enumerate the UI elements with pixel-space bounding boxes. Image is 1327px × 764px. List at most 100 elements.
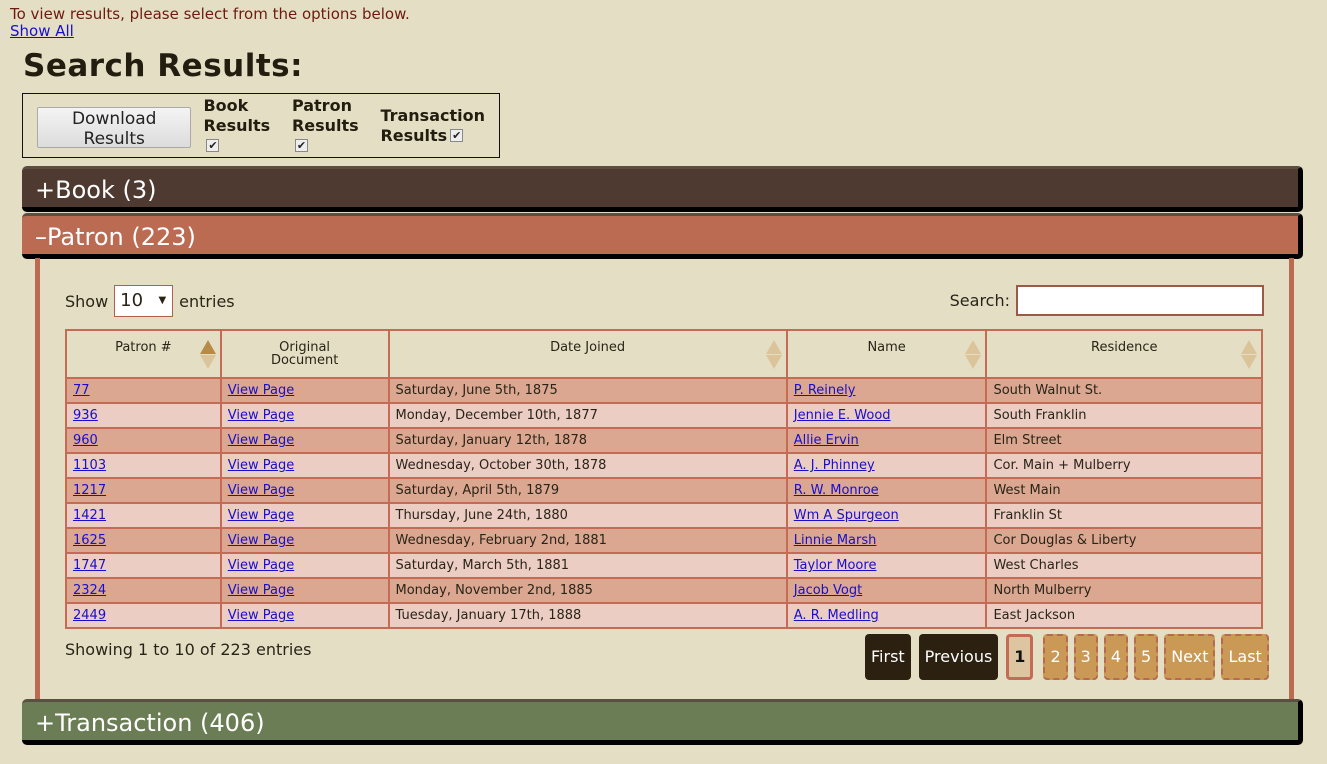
cell-patron: 77 (65, 377, 222, 404)
patron-number-link[interactable]: 1103 (73, 458, 106, 473)
view-page-link[interactable]: View Page (228, 558, 294, 573)
table-header-row: Patron # Original Document Date Joined N… (65, 329, 1263, 379)
patron-number-link[interactable]: 2449 (73, 608, 106, 623)
view-page-link[interactable]: View Page (228, 433, 294, 448)
column-header-document: Original Document (219, 329, 390, 379)
date-joined-cell: Wednesday, February 2nd, 1881 (387, 527, 788, 554)
page-button-4[interactable]: 4 (1103, 634, 1128, 680)
view-page-link[interactable]: View Page (228, 458, 294, 473)
patron-results-option: Patron Results ✔ (292, 96, 367, 156)
patron-name-link[interactable]: P. Reinely (794, 383, 856, 398)
patron-number-link[interactable]: 2324 (73, 583, 106, 598)
view-page-link[interactable]: View Page (228, 583, 294, 598)
cell-doc: View Page (219, 402, 390, 429)
view-page-link[interactable]: View Page (228, 408, 294, 423)
view-page-link[interactable]: View Page (228, 383, 294, 398)
column-header-patron[interactable]: Patron # (65, 329, 222, 379)
date-joined-cell: Saturday, January 12th, 1878 (387, 427, 788, 454)
patron-number-link[interactable]: 1625 (73, 533, 106, 548)
residence-cell: East Jackson (985, 602, 1263, 629)
cell-name: Wm A Spurgeon (785, 502, 988, 529)
date-joined-cell: Tuesday, January 17th, 1888 (387, 602, 788, 629)
column-header-name[interactable]: Name (785, 329, 988, 379)
table-row: 77 View Page Saturday, June 5th, 1875 P. Re… (65, 377, 1263, 404)
page-size-select[interactable]: 10 ▼ (114, 285, 174, 317)
patron-section-header[interactable]: –Patron (223) (22, 213, 1303, 259)
table-row: 2449 View Page Tuesday, January 17th, 1888… (65, 602, 1263, 629)
patron-name-link[interactable]: Linnie Marsh (794, 533, 877, 548)
last-page-button[interactable]: Last (1221, 634, 1269, 680)
patron-number-link[interactable]: 1217 (73, 483, 106, 498)
intro-message: To view results, please select from the … (10, 5, 410, 23)
cell-doc: View Page (219, 602, 390, 629)
first-page-button[interactable]: First (865, 634, 911, 680)
view-page-link[interactable]: View Page (228, 608, 294, 623)
cell-name: P. Reinely (785, 377, 988, 404)
column-label: Name (867, 340, 906, 355)
cell-doc: View Page (219, 502, 390, 529)
collapse-icon: – (35, 223, 47, 251)
transaction-results-label-1: Transaction (380, 105, 485, 125)
patron-name-link[interactable]: A. R. Medling (794, 608, 879, 623)
next-page-button[interactable]: Next (1164, 634, 1216, 680)
patron-number-link[interactable]: 77 (73, 383, 90, 398)
residence-cell: Franklin St (985, 502, 1263, 529)
table-info: Showing 1 to 10 of 223 entries (65, 640, 312, 659)
residence-cell: South Franklin (985, 402, 1263, 429)
date-joined-cell: Thursday, June 24th, 1880 (387, 502, 788, 529)
patron-number-link[interactable]: 960 (73, 433, 98, 448)
cell-doc: View Page (219, 577, 390, 604)
patron-name-link[interactable]: Allie Ervin (794, 433, 859, 448)
page-button-2[interactable]: 2 (1043, 634, 1068, 680)
patron-results-checkbox[interactable]: ✔ (294, 138, 308, 152)
page-button-3[interactable]: 3 (1073, 634, 1098, 680)
cell-name: Jennie E. Wood (785, 402, 988, 429)
search-input[interactable] (1016, 285, 1264, 316)
cell-name: R. W. Monroe (785, 477, 988, 504)
patron-name-link[interactable]: A. J. Phinney (794, 458, 875, 473)
page-button-current[interactable]: 1 (1006, 634, 1034, 680)
column-label: Date Joined (550, 340, 626, 355)
patron-section-label: Patron (223) (47, 223, 196, 251)
patron-table: Patron # Original Document Date Joined N… (65, 329, 1263, 629)
page-title: Search Results: (23, 48, 304, 84)
transaction-results-checkbox[interactable]: ✔ (450, 128, 464, 142)
book-results-label-1: Book (203, 95, 249, 115)
table-row: 936 View Page Monday, December 10th, 1877 J… (65, 402, 1263, 429)
view-page-link[interactable]: View Page (228, 483, 294, 498)
table-row: 2324 View Page Monday, November 2nd, 1885 J… (65, 577, 1263, 604)
show-all-link[interactable]: Show All (10, 23, 410, 40)
book-results-checkbox[interactable]: ✔ (206, 138, 220, 152)
previous-page-button[interactable]: Previous (918, 634, 999, 680)
result-options: Download Results Book Results✔ Patron Re… (22, 93, 500, 158)
patron-name-link[interactable]: Jacob Vogt (794, 583, 862, 598)
patron-number-link[interactable]: 1747 (73, 558, 106, 573)
view-page-link[interactable]: View Page (228, 508, 294, 523)
page-button-5[interactable]: 5 (1134, 634, 1159, 680)
patron-number-link[interactable]: 1421 (73, 508, 106, 523)
book-section-label: Book (3) (55, 176, 157, 204)
patron-results-label-2: Results (291, 115, 359, 135)
patron-name-link[interactable]: Jennie E. Wood (794, 408, 891, 423)
book-section-header[interactable]: +Book (3) (22, 166, 1303, 212)
view-page-link[interactable]: View Page (228, 533, 294, 548)
patron-name-link[interactable]: R. W. Monroe (794, 483, 879, 498)
residence-cell: Cor. Main + Mulberry (985, 452, 1263, 479)
table-row: 1103 View Page Wednesday, October 30th, 18… (65, 452, 1263, 479)
sort-both-icon (965, 340, 982, 370)
residence-cell: North Mulberry (985, 577, 1263, 604)
patron-number-link[interactable]: 936 (73, 408, 98, 423)
column-header-residence[interactable]: Residence (985, 329, 1263, 379)
patron-name-link[interactable]: Wm A Spurgeon (794, 508, 899, 523)
patron-name-link[interactable]: Taylor Moore (794, 558, 877, 573)
cell-patron: 2449 (65, 602, 222, 629)
download-results-button[interactable]: Download Results (37, 107, 192, 149)
cell-name: Taylor Moore (785, 552, 988, 579)
transaction-section-label: Transaction (406) (55, 709, 265, 737)
transaction-section-header[interactable]: +Transaction (406) (22, 699, 1303, 745)
book-results-label-2: Results (203, 115, 271, 135)
residence-cell: West Charles (985, 552, 1263, 579)
cell-doc: View Page (219, 527, 390, 554)
column-header-date-joined[interactable]: Date Joined (387, 329, 788, 379)
cell-doc: View Page (219, 427, 390, 454)
